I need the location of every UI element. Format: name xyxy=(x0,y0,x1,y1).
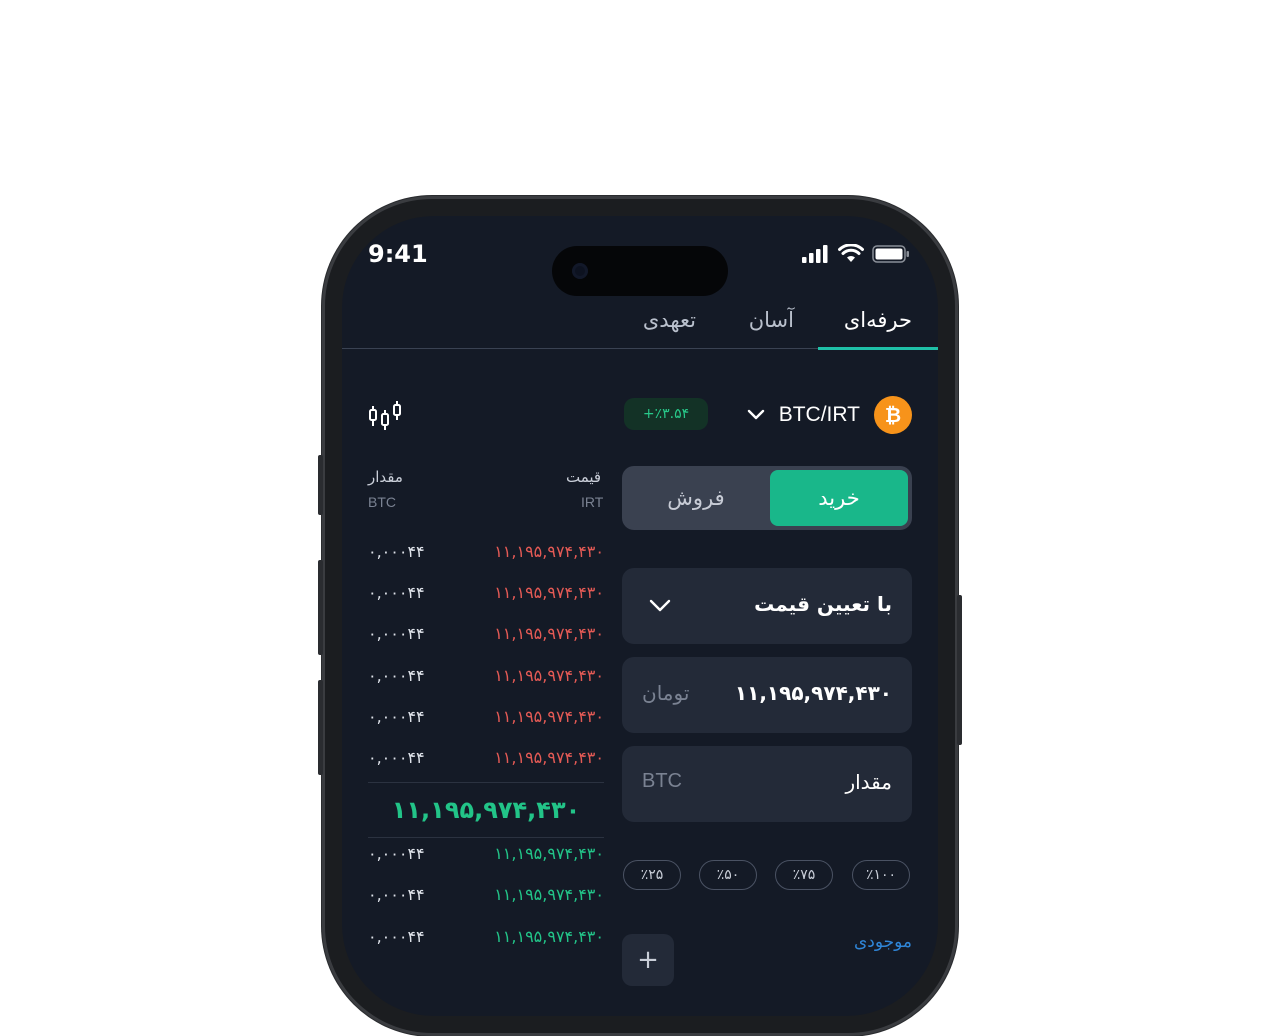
ask-price: ۱۱,۱۹۵,۹۷۴,۴۳۰ xyxy=(494,624,604,643)
chevron-down-icon xyxy=(747,409,764,420)
buy-sell-toggle: خرید فروش xyxy=(622,466,912,530)
ask-price: ۱۱,۱۹۵,۹۷۴,۴۳۰ xyxy=(494,583,604,602)
ask-amount: ۰,۰۰۰۴۴ xyxy=(368,542,425,561)
bid-price: ۱۱,۱۹۵,۹۷۴,۴۳۰ xyxy=(494,844,604,863)
camera-icon xyxy=(572,263,588,279)
candlestick-chart-icon[interactable] xyxy=(368,400,404,430)
ask-price: ۱۱,۱۹۵,۹۷۴,۴۳۰ xyxy=(494,542,604,561)
ask-row[interactable]: ۰,۰۰۰۴۴ ۱۱,۱۹۵,۹۷۴,۴۳۰ xyxy=(368,666,604,686)
percent-50-button[interactable]: ٪۵۰ xyxy=(699,860,757,890)
buy-button[interactable]: خرید xyxy=(770,470,908,526)
ask-amount: ۰,۰۰۰۴۴ xyxy=(368,748,425,767)
ask-price: ۱۱,۱۹۵,۹۷۴,۴۳۰ xyxy=(494,748,604,767)
phone-side-button xyxy=(318,680,323,775)
battery-icon xyxy=(872,245,909,263)
price-input-unit: تومان xyxy=(642,681,690,705)
ask-row[interactable]: ۰,۰۰۰۴۴ ۱۱,۱۹۵,۹۷۴,۴۳۰ xyxy=(368,707,604,727)
tab-margin[interactable]: تعهدی xyxy=(643,308,696,332)
bid-price: ۱۱,۱۹۵,۹۷۴,۴۳۰ xyxy=(494,885,604,904)
app-screen: 9:41 حرفه‌ای آسان تعهدی BTC/IRT ₿ +٪۳.۵۴ xyxy=(342,216,938,1016)
bid-amount: ۰,۰۰۰۴۴ xyxy=(368,927,425,946)
tab-easy[interactable]: آسان xyxy=(749,308,794,332)
price-unit-label: IRT xyxy=(581,494,604,510)
amount-input[interactable]: مقدار BTC xyxy=(622,746,912,822)
price-change-badge: +٪۳.۵۴ xyxy=(624,398,708,430)
sell-button[interactable]: فروش xyxy=(626,470,766,526)
percent-25-button[interactable]: ٪۲۵ xyxy=(623,860,681,890)
bid-row[interactable]: ۰,۰۰۰۴۴ ۱۱,۱۹۵,۹۷۴,۴۳۰ xyxy=(368,844,604,864)
price-input[interactable]: ۱۱,۱۹۵,۹۷۴,۴۳۰ تومان xyxy=(622,657,912,733)
ask-price: ۱۱,۱۹۵,۹۷۴,۴۳۰ xyxy=(494,707,604,726)
balance-link[interactable]: موجودی xyxy=(854,932,912,952)
ask-amount: ۰,۰۰۰۴۴ xyxy=(368,707,425,726)
signal-icon xyxy=(802,245,828,263)
ask-amount: ۰,۰۰۰۴۴ xyxy=(368,666,425,685)
order-type-value: با تعیین قیمت xyxy=(754,592,892,616)
ask-row[interactable]: ۰,۰۰۰۴۴ ۱۱,۱۹۵,۹۷۴,۴۳۰ xyxy=(368,748,604,768)
status-icons xyxy=(802,244,910,264)
wifi-icon xyxy=(838,244,864,262)
price-column-header: قیمت xyxy=(566,468,602,486)
bid-row[interactable]: ۰,۰۰۰۴۴ ۱۱,۱۹۵,۹۷۴,۴۳۰ xyxy=(368,885,604,905)
ask-row[interactable]: ۰,۰۰۰۴۴ ۱۱,۱۹۵,۹۷۴,۴۳۰ xyxy=(368,583,604,603)
trade-mode-tabs: حرفه‌ای آسان تعهدی xyxy=(342,296,938,350)
phone-power-button xyxy=(957,595,962,745)
bid-price: ۱۱,۱۹۵,۹۷۴,۴۳۰ xyxy=(494,927,604,946)
amount-unit-label: BTC xyxy=(368,494,396,510)
percent-75-button[interactable]: ٪۷۵ xyxy=(775,860,833,890)
ask-price: ۱۱,۱۹۵,۹۷۴,۴۳۰ xyxy=(494,666,604,685)
tab-professional[interactable]: حرفه‌ای xyxy=(844,308,912,332)
active-tab-indicator xyxy=(818,347,938,350)
price-input-value: ۱۱,۱۹۵,۹۷۴,۴۳۰ xyxy=(734,681,892,705)
last-price: ۱۱,۱۹۵,۹۷۴,۴۳۰ xyxy=(368,782,604,838)
bid-row[interactable]: ۰,۰۰۰۴۴ ۱۱,۱۹۵,۹۷۴,۴۳۰ xyxy=(368,927,604,947)
ask-row[interactable]: ۰,۰۰۰۴۴ ۱۱,۱۹۵,۹۷۴,۴۳۰ xyxy=(368,624,604,644)
add-balance-button[interactable]: + xyxy=(622,934,674,986)
pair-name: BTC/IRT xyxy=(778,403,860,426)
bid-amount: ۰,۰۰۰۴۴ xyxy=(368,885,425,904)
status-time: 9:41 xyxy=(368,240,428,268)
bid-amount: ۰,۰۰۰۴۴ xyxy=(368,844,425,863)
phone-side-button xyxy=(318,455,323,515)
amount-input-placeholder: مقدار xyxy=(845,770,892,794)
pair-selector[interactable]: BTC/IRT ₿ xyxy=(747,396,912,434)
percent-100-button[interactable]: ٪۱۰۰ xyxy=(852,860,910,890)
ask-amount: ۰,۰۰۰۴۴ xyxy=(368,624,425,643)
order-type-select[interactable]: با تعیین قیمت xyxy=(622,568,912,644)
amount-column-header: مقدار xyxy=(368,468,403,486)
ask-amount: ۰,۰۰۰۴۴ xyxy=(368,583,425,602)
bitcoin-icon: ₿ xyxy=(874,396,912,434)
ask-row[interactable]: ۰,۰۰۰۴۴ ۱۱,۱۹۵,۹۷۴,۴۳۰ xyxy=(368,542,604,562)
amount-input-unit: BTC xyxy=(642,770,682,792)
dynamic-island xyxy=(552,246,728,296)
chevron-down-icon xyxy=(649,599,671,612)
phone-side-button xyxy=(318,560,323,655)
